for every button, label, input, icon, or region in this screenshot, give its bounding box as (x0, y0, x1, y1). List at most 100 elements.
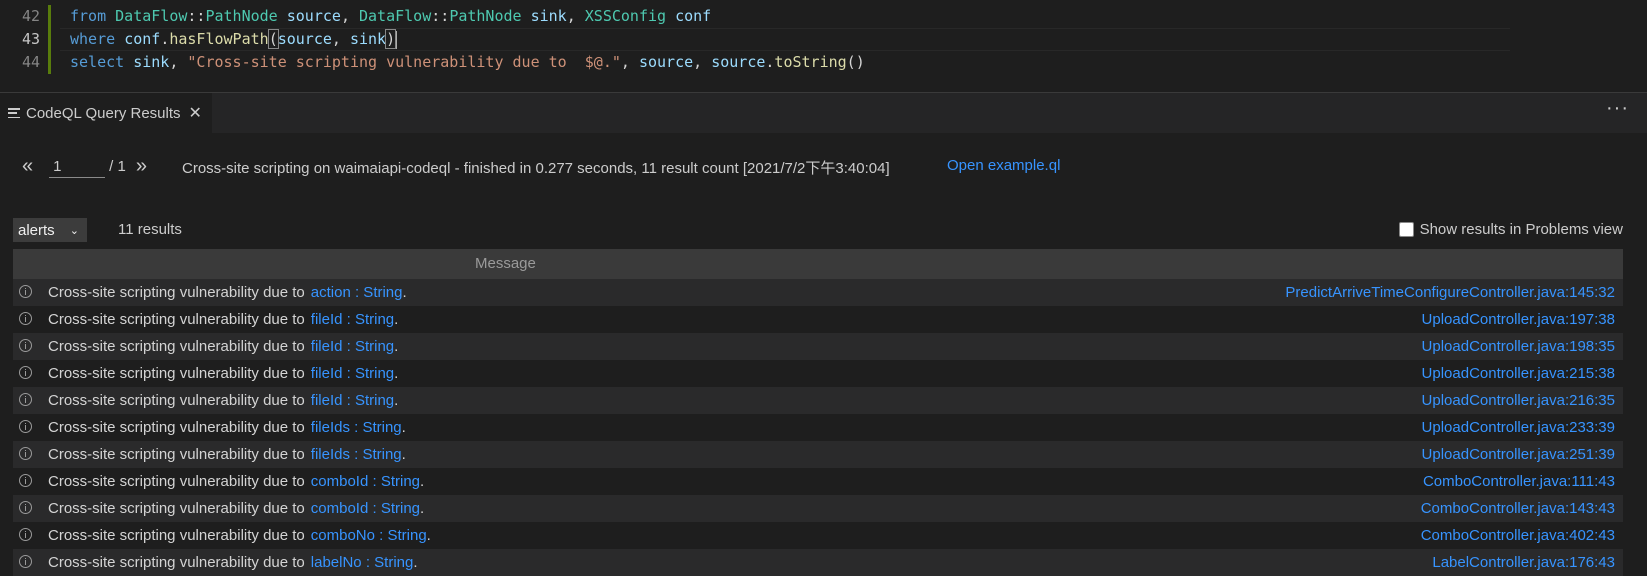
table-row[interactable]: Cross-site scripting vulnerability due t… (13, 414, 1623, 441)
gutter-change-marker (48, 5, 51, 28)
next-page-button[interactable]: » (136, 155, 147, 178)
close-icon[interactable]: ✕ (189, 103, 202, 123)
previous-page-button[interactable]: « (22, 155, 33, 178)
info-icon (19, 474, 32, 487)
source-link[interactable]: comboId : String (311, 500, 420, 517)
code-line-43[interactable]: 43 where conf.hasFlowPath(source, sink) (0, 28, 1647, 51)
table-row[interactable]: Cross-site scripting vulnerability due t… (13, 549, 1623, 576)
table-header[interactable]: Message (13, 249, 1623, 279)
code-line-42[interactable]: 42 from DataFlow::PathNode source, DataF… (0, 5, 1647, 28)
tab-label: CodeQL Query Results (26, 104, 181, 122)
source-link[interactable]: fileIds : String (311, 446, 402, 463)
open-query-link[interactable]: Open example.ql (947, 157, 1060, 174)
result-message: Cross-site scripting vulnerability due t… (48, 549, 418, 576)
source-link[interactable]: fileId : String (311, 365, 394, 382)
message-text: Cross-site scripting vulnerability due t… (48, 446, 305, 463)
message-text: Cross-site scripting vulnerability due t… (48, 527, 305, 544)
result-message: Cross-site scripting vulnerability due t… (48, 522, 431, 549)
line-number: 44 (21, 53, 40, 71)
message-text: Cross-site scripting vulnerability due t… (48, 284, 305, 301)
location-link[interactable]: ComboController.java:143:43 (1421, 495, 1615, 522)
tab-codeql-query-results[interactable]: CodeQL Query Results ✕ (0, 93, 212, 133)
info-icon (19, 447, 32, 460)
message-text: Cross-site scripting vulnerability due t… (48, 419, 305, 436)
info-icon (19, 501, 32, 514)
info-icon (19, 366, 32, 379)
message-text: Cross-site scripting vulnerability due t… (48, 473, 305, 490)
table-row[interactable]: Cross-site scripting vulnerability due t… (13, 522, 1623, 549)
location-link[interactable]: ComboController.java:111:43 (1423, 468, 1615, 495)
table-row[interactable]: Cross-site scripting vulnerability due t… (13, 279, 1623, 306)
result-message: Cross-site scripting vulnerability due t… (48, 468, 424, 495)
result-message: Cross-site scripting vulnerability due t… (48, 360, 398, 387)
chevron-down-icon: ⌄ (69, 225, 79, 237)
code-line-44[interactable]: 44 select sink, "Cross-site scripting vu… (0, 51, 1647, 74)
result-message: Cross-site scripting vulnerability due t… (48, 495, 424, 522)
problems-label: Show results in Problems view (1419, 221, 1623, 238)
message-period: . (426, 527, 431, 544)
location-link[interactable]: UploadController.java:197:38 (1422, 306, 1615, 333)
message-period: . (394, 392, 399, 409)
source-link[interactable]: fileId : String (311, 338, 394, 355)
message-period: . (394, 311, 399, 328)
table-row[interactable]: Cross-site scripting vulnerability due t… (13, 495, 1623, 522)
column-header-message[interactable]: Message (475, 249, 536, 279)
location-link[interactable]: UploadController.java:216:35 (1422, 387, 1615, 414)
message-period: . (402, 284, 407, 301)
message-period: . (394, 365, 399, 382)
table-body: Cross-site scripting vulnerability due t… (13, 279, 1623, 576)
gutter-change-marker (48, 28, 51, 51)
location-link[interactable]: UploadController.java:251:39 (1422, 441, 1615, 468)
source-link[interactable]: comboId : String (311, 473, 420, 490)
result-count: 11 results (118, 221, 182, 238)
table-row[interactable]: Cross-site scripting vulnerability due t… (13, 441, 1623, 468)
table-row[interactable]: Cross-site scripting vulnerability due t… (13, 360, 1623, 387)
location-link[interactable]: UploadController.java:233:39 (1422, 414, 1615, 441)
table-row[interactable]: Cross-site scripting vulnerability due t… (13, 306, 1623, 333)
query-status: Cross-site scripting on waimaiapi-codeql… (182, 160, 890, 177)
location-link[interactable]: LabelController.java:176:43 (1432, 549, 1615, 576)
message-text: Cross-site scripting vulnerability due t… (48, 365, 305, 382)
source-link[interactable]: labelNo : String (311, 554, 414, 571)
result-message: Cross-site scripting vulnerability due t… (48, 441, 406, 468)
gutter-change-marker (48, 51, 51, 74)
source-link[interactable]: fileId : String (311, 311, 394, 328)
message-text: Cross-site scripting vulnerability due t… (48, 500, 305, 517)
more-actions-icon[interactable]: ··· (1606, 97, 1629, 120)
table-row[interactable]: Cross-site scripting vulnerability due t… (13, 333, 1623, 360)
problems-checkbox[interactable] (1398, 222, 1414, 237)
result-message: Cross-site scripting vulnerability due t… (48, 387, 398, 414)
result-set-selected: alerts (18, 222, 55, 239)
message-period: . (401, 446, 406, 463)
message-text: Cross-site scripting vulnerability due t… (48, 554, 305, 571)
result-message: Cross-site scripting vulnerability due t… (48, 306, 398, 333)
result-set-select[interactable]: alerts ⌄ (13, 218, 87, 242)
table-row[interactable]: Cross-site scripting vulnerability due t… (13, 468, 1623, 495)
location-link[interactable]: UploadController.java:215:38 (1422, 360, 1615, 387)
panel-tab-bar: CodeQL Query Results ✕ ··· (0, 93, 1647, 133)
result-message: Cross-site scripting vulnerability due t… (48, 333, 398, 360)
show-in-problems-toggle[interactable]: Show results in Problems view (1398, 221, 1623, 238)
code-text: select sink, "Cross-site scripting vulne… (70, 53, 865, 71)
source-link[interactable]: fileId : String (311, 392, 394, 409)
source-link[interactable]: fileIds : String (311, 419, 402, 436)
results-table: Message Cross-site scripting vulnerabili… (13, 249, 1623, 576)
location-link[interactable]: ComboController.java:402:43 (1421, 522, 1615, 549)
message-period: . (420, 500, 425, 517)
page-total: / 1 (109, 158, 126, 175)
source-link[interactable]: action : String (311, 284, 403, 301)
list-icon (8, 108, 20, 118)
location-link[interactable]: UploadController.java:198:35 (1422, 333, 1615, 360)
page-number-input[interactable] (49, 155, 106, 178)
info-icon (19, 312, 32, 325)
code-text: from DataFlow::PathNode source, DataFlow… (70, 7, 712, 25)
line-number: 43 (21, 30, 40, 48)
source-link[interactable]: comboNo : String (311, 527, 427, 544)
code-editor[interactable]: 42 from DataFlow::PathNode source, DataF… (0, 0, 1647, 93)
pagination: « / 1 » (22, 155, 147, 178)
code-text: where conf.hasFlowPath(source, sink) (70, 29, 398, 49)
query-results-view: « / 1 » Cross-site scripting on waimaiap… (0, 133, 1647, 576)
message-period: . (413, 554, 418, 571)
location-link[interactable]: PredictArriveTimeConfigureController.jav… (1285, 279, 1615, 306)
table-row[interactable]: Cross-site scripting vulnerability due t… (13, 387, 1623, 414)
